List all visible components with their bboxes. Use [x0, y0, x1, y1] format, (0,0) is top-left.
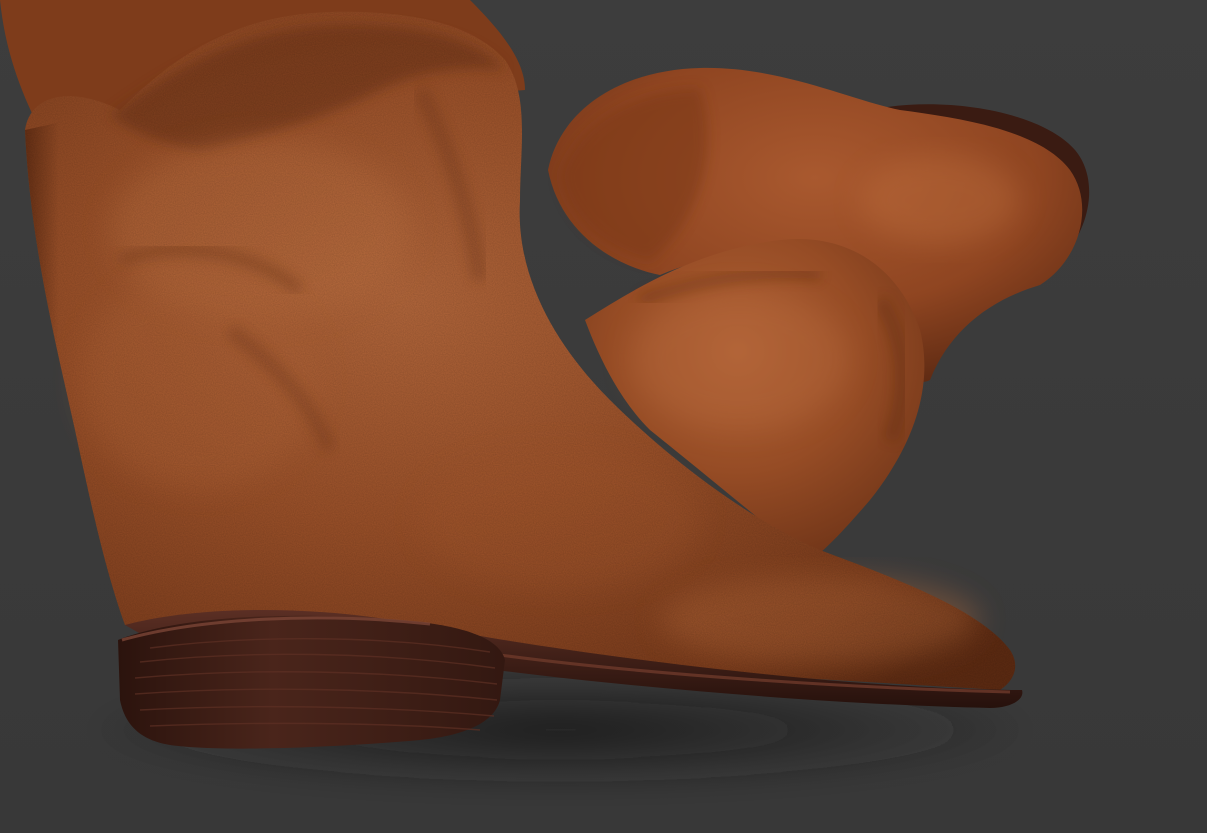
boots-render-image [0, 0, 1207, 833]
render-viewport [0, 0, 1207, 833]
